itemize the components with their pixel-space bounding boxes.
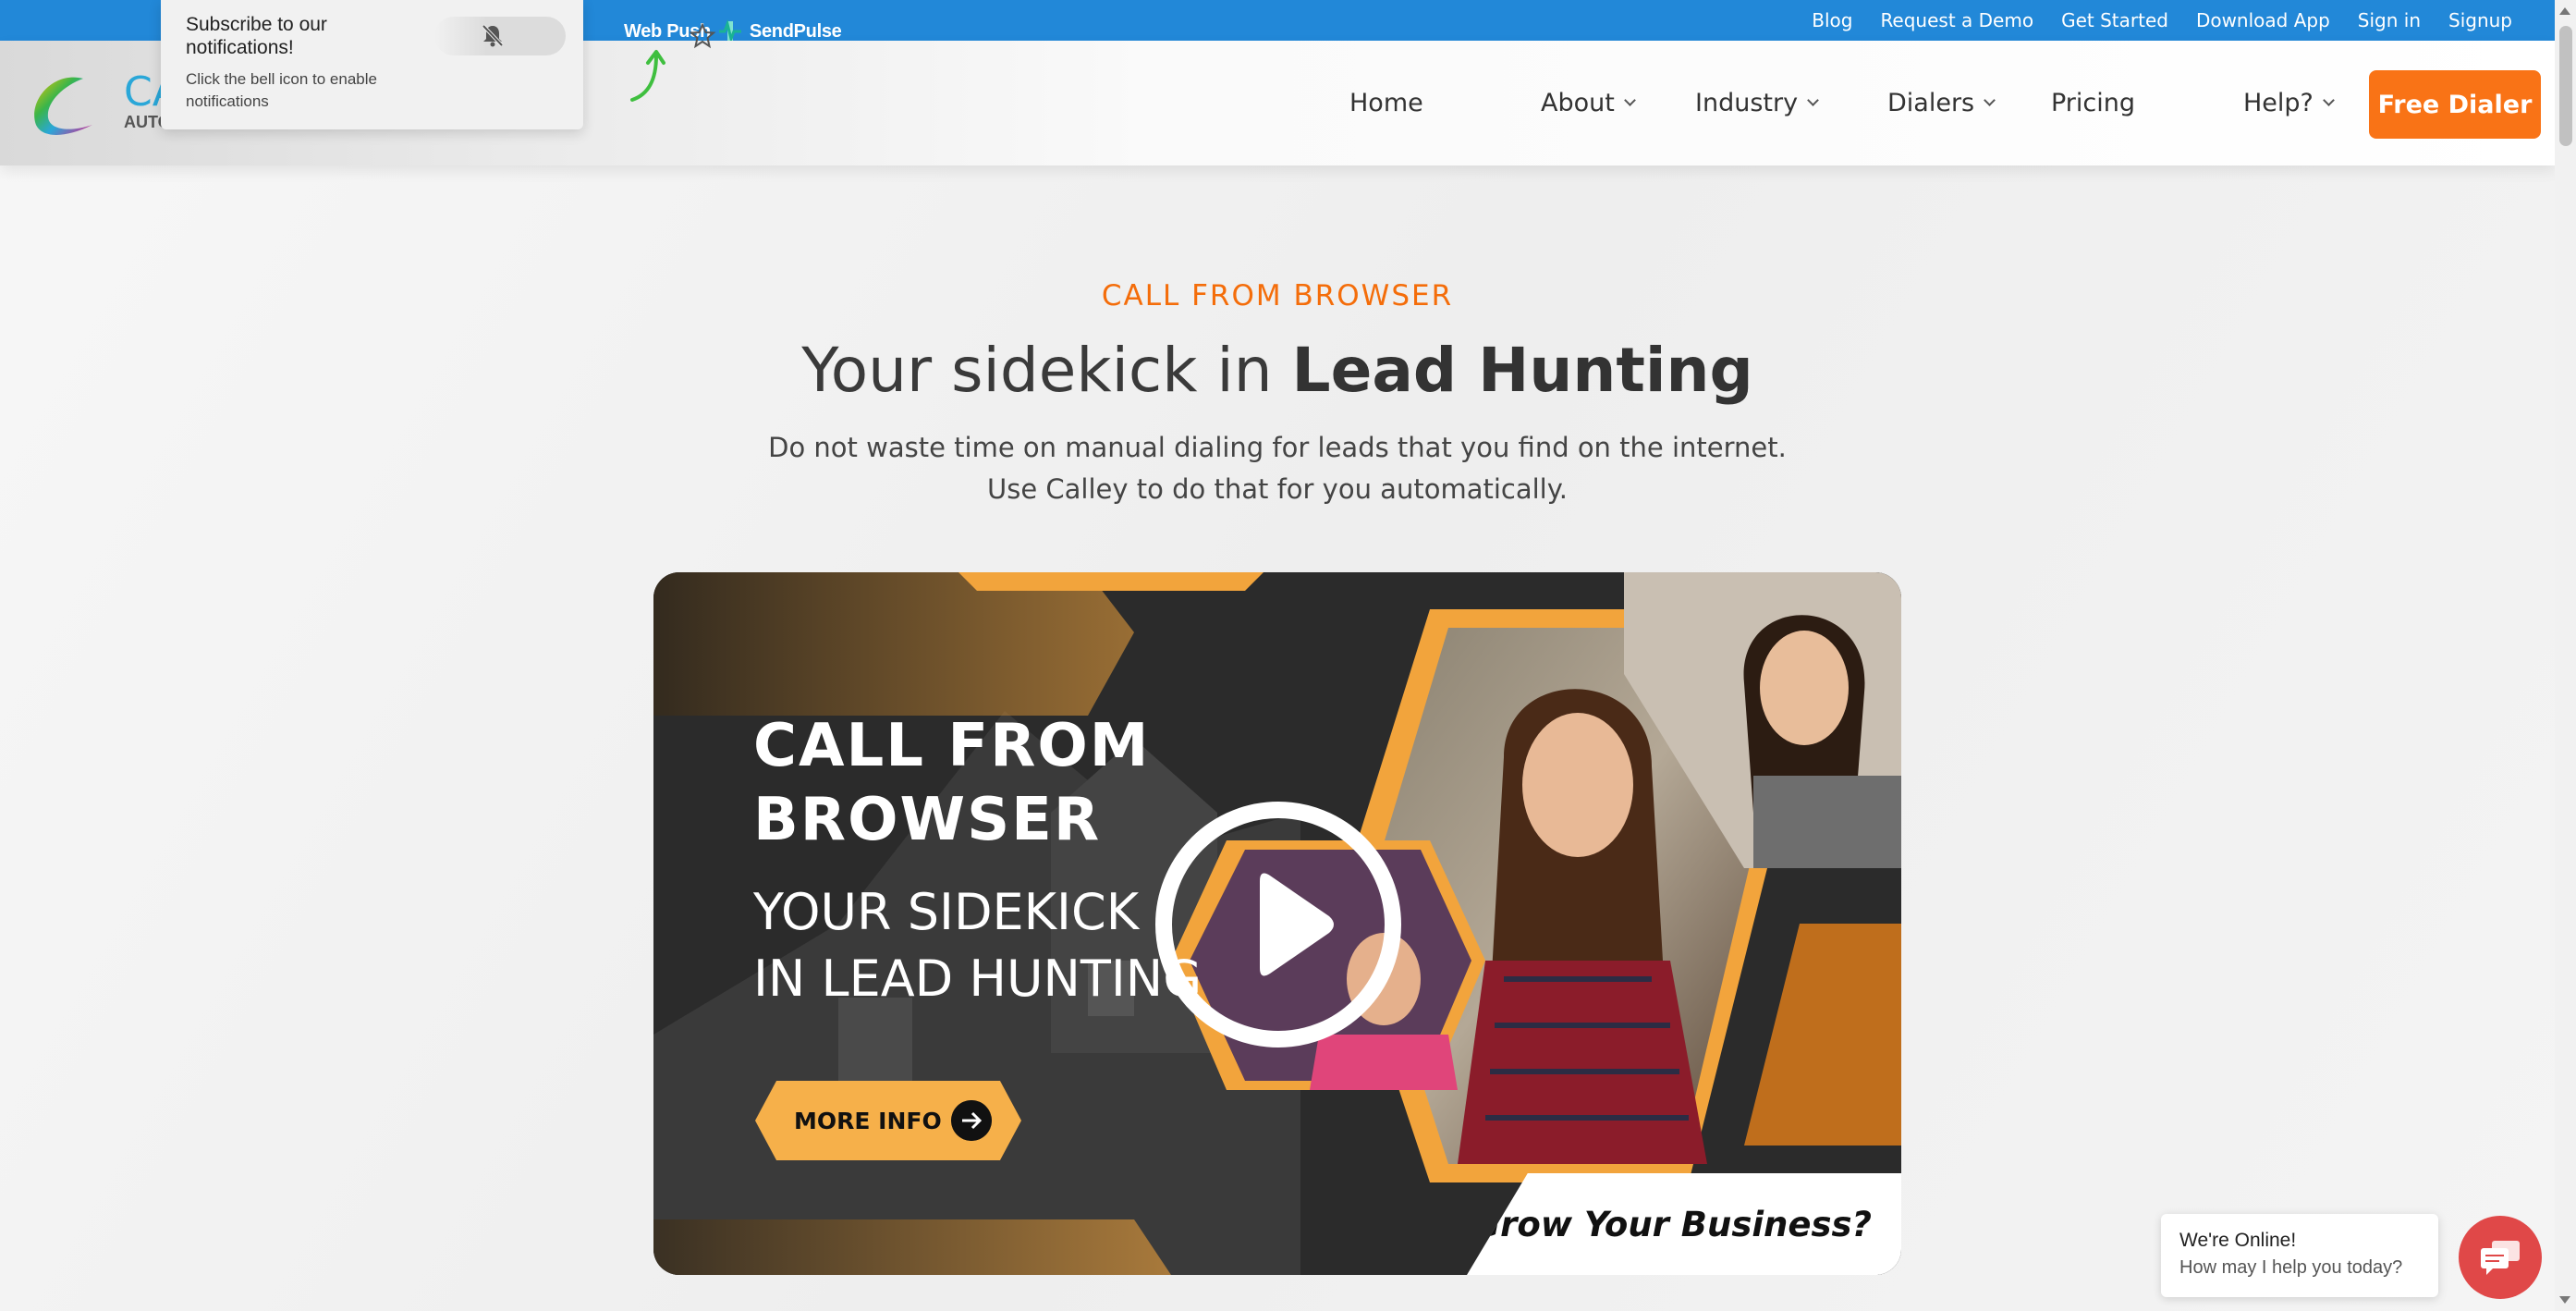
notification-prompt: Subscribe to our notifications! Click th…: [161, 0, 716, 129]
hero-eyebrow: CALL FROM BROWSER: [1101, 279, 1454, 312]
nav-home[interactable]: Home: [1349, 89, 1423, 117]
chat-icon: [2481, 1241, 2520, 1275]
top-link-signup[interactable]: Signup: [2448, 9, 2512, 31]
nav-help[interactable]: Help?: [2243, 89, 2335, 117]
hero-headline-regular: Your sidekick in: [801, 335, 1292, 406]
video-title-line2: BROWSER: [753, 786, 1102, 854]
promo-video[interactable]: CALL FROM BROWSER YOUR SIDEKICK IN LEAD …: [653, 572, 1901, 1275]
video-subtitle-line2: IN LEAD HUNTING: [753, 950, 1203, 1008]
arrow-pointer-icon: [630, 50, 665, 102]
notification-title: Subscribe to our notifications!: [186, 14, 327, 58]
grow-business-label: Grow Your Business?: [1471, 1204, 1872, 1244]
video-title-line1: CALL FROM: [753, 712, 1151, 780]
top-link-get-started[interactable]: Get Started: [2061, 9, 2168, 31]
top-link-sign-in[interactable]: Sign in: [2358, 9, 2421, 31]
sendpulse-brand: SendPulse: [749, 20, 842, 42]
chat-title: We're Online!: [2179, 1230, 2297, 1251]
page-scrollbar[interactable]: [2555, 0, 2576, 1311]
more-info-label: MORE INFO: [794, 1107, 942, 1134]
scroll-thumb[interactable]: [2559, 26, 2572, 146]
more-info-button[interactable]: MORE INFO: [755, 1081, 1021, 1160]
star-icon[interactable]: [689, 22, 716, 50]
play-button[interactable]: [1155, 802, 1401, 1048]
nav-industry-label: Industry: [1695, 89, 1799, 117]
chat-greeting[interactable]: We're Online! How may I help you today?: [2161, 1214, 2438, 1297]
chevron-down-icon: [1984, 94, 1996, 106]
grow-business-banner: Grow Your Business?: [1467, 1173, 1901, 1275]
hero-subtext-line2: Use Calley to do that for you automatica…: [987, 473, 1568, 505]
scroll-up-arrow[interactable]: [2559, 7, 2570, 15]
chevron-down-icon: [2323, 94, 2335, 106]
video-title: CALL FROM BROWSER: [753, 709, 1150, 857]
nav-about[interactable]: About: [1541, 89, 1636, 117]
nav-dialers[interactable]: Dialers: [1887, 89, 1996, 117]
nav-pricing-label: Pricing: [2051, 89, 2136, 117]
free-dialer-button[interactable]: Free Dialer: [2369, 70, 2541, 139]
hero-headline-bold: Lead Hunting: [1291, 335, 1753, 406]
hero-subtext: Do not waste time on manual dialing for …: [0, 427, 2555, 510]
chat-open-button[interactable]: [2459, 1216, 2542, 1299]
bell-off-icon[interactable]: [479, 21, 507, 49]
top-links: Blog Request a Demo Get Started Download…: [1812, 0, 2512, 41]
hero-headline: Your sidekick in Lead Hunting: [0, 335, 2555, 406]
nav-pricing[interactable]: Pricing: [2051, 89, 2135, 117]
play-icon: [1260, 873, 1334, 976]
nav-about-label: About: [1541, 89, 1615, 117]
arrow-right-icon: [951, 1100, 992, 1141]
nav-industry[interactable]: Industry: [1695, 89, 1819, 117]
chevron-down-icon: [1623, 94, 1636, 106]
top-link-request-demo[interactable]: Request a Demo: [1880, 9, 2033, 31]
notification-description: Click the bell icon to enable notificati…: [186, 70, 377, 110]
nav-dialers-label: Dialers: [1887, 89, 1975, 117]
video-subtitle-line1: YOUR SIDEKICK: [753, 883, 1140, 941]
chevron-down-icon: [1807, 94, 1819, 106]
chat-message: How may I help you today?: [2179, 1257, 2403, 1278]
nav-help-label: Help?: [2243, 89, 2314, 117]
video-subtitle: YOUR SIDEKICK IN LEAD HUNTING: [753, 879, 1202, 1012]
top-link-blog[interactable]: Blog: [1812, 9, 1852, 31]
hero-subtext-line1: Do not waste time on manual dialing for …: [768, 432, 1787, 463]
top-link-download-app[interactable]: Download App: [2196, 9, 2330, 31]
nav-home-label: Home: [1349, 89, 1423, 117]
scroll-down-arrow[interactable]: [2559, 1296, 2570, 1304]
